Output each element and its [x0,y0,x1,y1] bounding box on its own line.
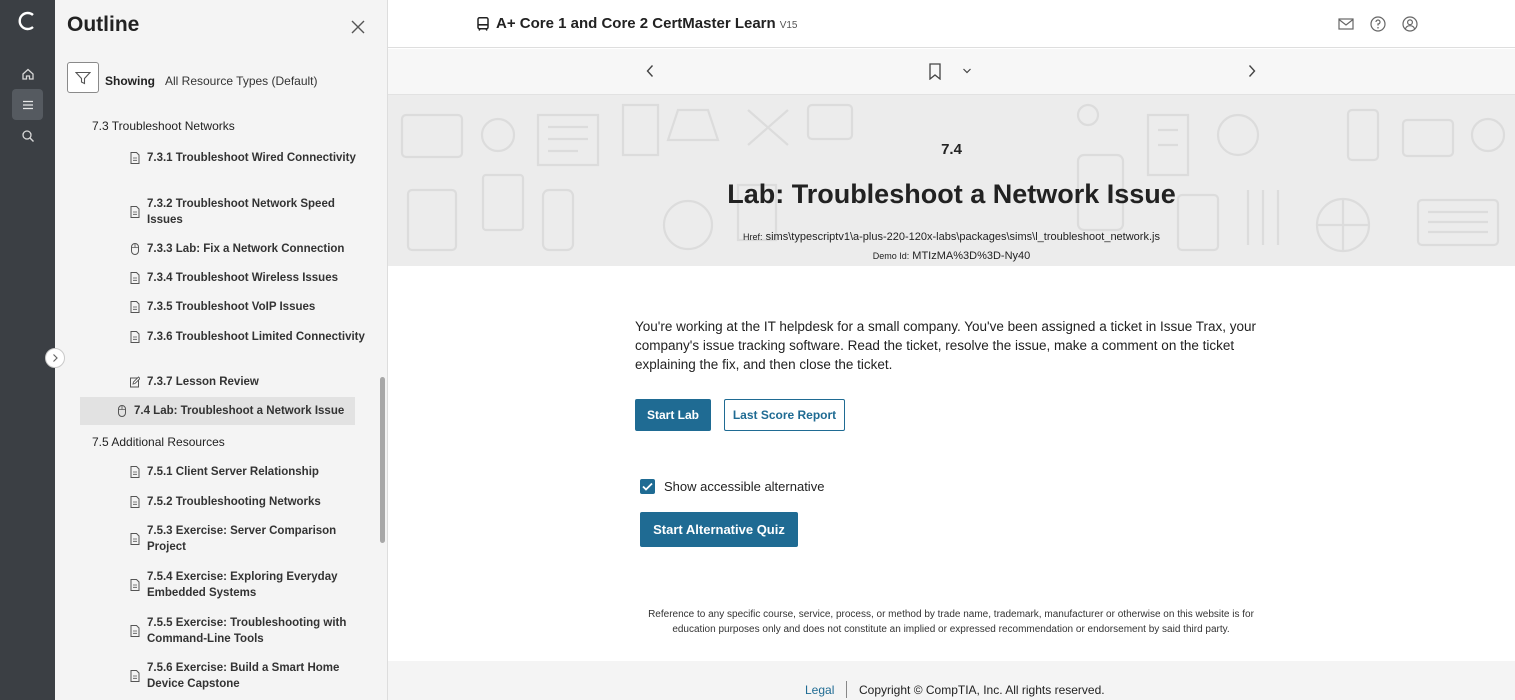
checkmark-icon [642,482,653,491]
header-bar: A+ Core 1 and Core 2 CertMaster Learn V15 [388,0,1515,48]
edit-icon [130,376,140,388]
footer-divider [846,681,847,698]
page-icon [130,301,140,313]
page-icon [130,466,140,478]
bookmark-icon[interactable] [928,63,942,80]
outline-item[interactable]: 7.3.2 Troubleshoot Network Speed Issues [130,196,365,228]
search-icon[interactable] [12,120,43,151]
outline-item[interactable]: 7.3.4 Troubleshoot Wireless Issues [130,270,365,286]
href-value: sims\typescriptv1\a-plus-220-120x-labs\p… [765,231,1160,243]
href-line: Href: sims\typescriptv1\a-plus-220-120x-… [743,231,1160,243]
page-footer: Legal Copyright © CompTIA, Inc. All righ… [388,661,1515,700]
outline-item[interactable]: 7.5.1 Client Server Relationship [130,464,365,480]
filter-icon [75,71,91,84]
course-version: V15 [779,20,798,31]
outline-item[interactable]: 7.3.1 Troubleshoot Wired Connectivity [130,150,365,166]
lesson-hero: 7.4 Lab: Troubleshoot a Network Issue Hr… [388,95,1515,266]
home-icon[interactable] [12,58,43,89]
page-icon [130,670,140,682]
page-icon [130,533,140,545]
legal-link[interactable]: Legal [805,683,834,697]
course-title: A+ Core 1 and Core 2 CertMaster Learn V15 [496,15,798,32]
outline-menu-icon[interactable] [12,89,43,120]
chevron-down-icon[interactable] [962,67,972,75]
outline-item[interactable]: 7.5.6 Exercise: Build a Smart Home Devic… [130,660,365,692]
page-icon [130,206,140,218]
outline-section[interactable]: 7.5 Additional Resources [92,435,225,449]
outline-item[interactable]: 7.5.2 Troubleshooting Networks [130,494,365,510]
page-title: Lab: Troubleshoot a Network Issue [727,179,1176,209]
filter-value[interactable]: All Resource Types (Default) [165,74,318,88]
page-icon [130,331,140,343]
demo-id-line: Demo Id: MTIzMA%3D%3D-Ny40 [872,250,1031,262]
outline-item[interactable]: 7.3.6 Troubleshoot Limited Connectivity [130,329,365,345]
outline-heading: Outline [67,13,140,36]
copyright-text: Copyright © CompTIA, Inc. All rights res… [859,683,1105,697]
filter-button[interactable] [67,62,99,93]
mouse-icon [131,243,139,255]
last-score-report-button[interactable]: Last Score Report [724,399,845,431]
outline-scrollbar[interactable] [380,377,385,543]
comptia-logo[interactable] [16,10,38,32]
accessible-alternative-label[interactable]: Show accessible alternative [664,479,824,494]
expand-rail-button[interactable] [45,348,65,368]
demo-id-value: MTIzMA%3D%3D-Ny40 [912,250,1031,262]
outline-item[interactable]: 7.3.3 Lab: Fix a Network Connection [130,241,365,257]
lab-description: You're working at the IT helpdesk for a … [635,319,1257,372]
outline-item[interactable]: 7.3.7 Lesson Review [130,374,365,390]
outline-item[interactable]: 7.5.4 Exercise: Exploring Everyday Embed… [130,569,365,601]
outline-item[interactable]: 7.5.3 Exercise: Server Comparison Projec… [130,523,365,555]
account-icon[interactable] [1401,15,1419,33]
outline-item[interactable]: 7.3.5 Troubleshoot VoIP Issues [130,299,365,315]
page-icon [130,579,140,591]
mouse-icon [118,405,126,417]
previous-chevron-icon[interactable] [645,64,655,78]
page-icon [130,272,140,284]
lesson-navbar [388,49,1515,95]
mail-icon[interactable] [1337,15,1355,33]
outline-panel: Outline Showing All Resource Types (Defa… [55,0,388,700]
help-icon[interactable] [1369,15,1387,33]
page-icon [130,152,140,164]
next-chevron-icon[interactable] [1247,64,1257,78]
close-icon[interactable] [349,18,367,36]
course-book-icon [477,17,489,31]
page-icon [130,496,140,508]
outline-item[interactable]: 7.5.5 Exercise: Troubleshooting with Com… [130,615,365,647]
start-lab-button[interactable]: Start Lab [635,399,711,431]
outline-item-active[interactable]: 7.4 Lab: Troubleshoot a Network Issue [80,397,355,425]
page-icon [130,625,140,637]
filter-label: Showing [105,74,155,88]
disclaimer-text: Reference to any specific course, servic… [648,609,1254,635]
app-rail [0,0,55,700]
accessible-alternative-checkbox[interactable] [640,479,655,494]
chevron-right-icon [53,354,58,362]
start-alternative-quiz-button[interactable]: Start Alternative Quiz [640,512,798,547]
lesson-number: 7.4 [941,141,962,158]
outline-section[interactable]: 7.3 Troubleshoot Networks [92,119,235,133]
